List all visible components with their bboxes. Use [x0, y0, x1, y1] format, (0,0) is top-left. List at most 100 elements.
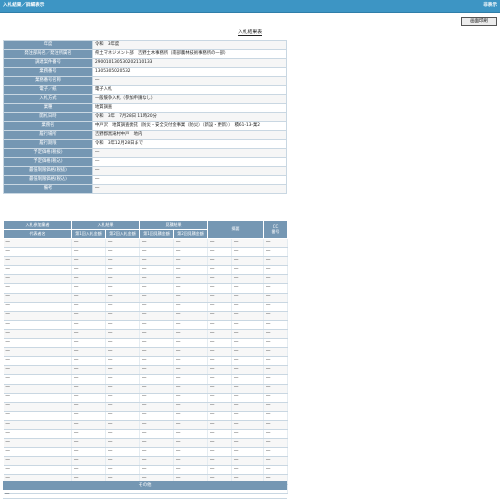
table-cell: ―	[263, 265, 288, 276]
info-label: 備考	[3, 184, 93, 194]
table-cell: ―	[207, 329, 232, 340]
table-cell: ―	[173, 429, 208, 440]
table-cell: ―	[105, 465, 140, 476]
table-cell: ―	[263, 420, 288, 430]
summary-header: 摘要	[207, 220, 264, 239]
table-cell: ―	[139, 456, 174, 467]
info-row: 予定価格(税抜) ―	[3, 148, 287, 158]
table-cell: ―	[263, 374, 288, 385]
table-cell: ―	[173, 238, 208, 249]
table-cell: ―	[3, 293, 72, 303]
table-cell: ―	[71, 311, 106, 321]
hide-link[interactable]: 非表示	[483, 3, 497, 8]
info-row: 業務番号 1305305020532	[3, 67, 287, 77]
info-value: ―	[92, 166, 287, 176]
info-value: 一般競争入札（参加申請なし）	[92, 94, 287, 104]
table-cell: ―	[231, 393, 264, 403]
table-cell: ―	[105, 311, 140, 321]
table-cell: ―	[207, 283, 232, 294]
table-cell: ―	[3, 365, 72, 376]
table-cell: ―	[173, 320, 208, 330]
table-cell: ―	[71, 384, 106, 394]
table-cell: ―	[105, 302, 140, 312]
table-cell: ―	[231, 384, 264, 394]
table-cell: ―	[139, 247, 174, 258]
table-cell: ―	[207, 356, 232, 367]
cc-number-header-label: 番号	[271, 228, 280, 234]
table-cell: ―	[3, 238, 72, 249]
table-row: ― ― ― ― ― ― ― ―	[3, 402, 288, 412]
table-cell: ―	[3, 347, 72, 358]
table-cell: ―	[3, 320, 72, 330]
table-row: ― ― ― ― ― ― ― ―	[3, 293, 288, 303]
table-cell: ―	[139, 265, 174, 276]
table-cell: ―	[207, 274, 232, 285]
info-label: 業種	[3, 103, 93, 113]
table-cell: ―	[105, 374, 140, 385]
table-cell: ―	[105, 438, 140, 449]
page-title: 入札結果／詳細表示	[3, 3, 45, 9]
table-cell: ―	[71, 356, 106, 367]
table-cell: ―	[71, 329, 106, 340]
table-cell: ―	[263, 302, 288, 312]
table-cell: ―	[173, 283, 208, 294]
info-label: 最低制限価格(税抜)	[3, 166, 93, 176]
table-cell: ―	[105, 338, 140, 349]
table-cell: ―	[263, 447, 288, 458]
other-section-value: ―	[3, 490, 287, 499]
table-cell: ―	[3, 374, 72, 385]
table-cell: ―	[71, 438, 106, 449]
print-button[interactable]: 画面印刷	[461, 17, 497, 26]
table-cell: ―	[207, 420, 232, 430]
table-cell: ―	[173, 374, 208, 385]
table-cell: ―	[105, 283, 140, 294]
table-cell: ―	[3, 393, 72, 403]
info-value: ―	[92, 76, 287, 86]
table-cell: ―	[105, 274, 140, 285]
table-cell: ―	[207, 456, 232, 467]
section-title: 入札結果表	[0, 26, 500, 37]
table-cell: ―	[263, 411, 288, 421]
table-cell: ―	[231, 256, 264, 267]
info-value: 290010130530202110133	[92, 58, 287, 68]
table-cell: ―	[231, 347, 264, 358]
table-cell: ―	[263, 338, 288, 349]
table-cell: ―	[71, 420, 106, 430]
table-cell: ―	[173, 347, 208, 358]
info-value: 県土マネジメント部 吉野土木事務所（南部農林技術事務所の一部）	[92, 49, 287, 59]
table-row: ― ― ― ― ― ― ― ―	[3, 256, 288, 267]
table-cell: ―	[173, 365, 208, 376]
table-row: ― ― ― ― ― ― ― ―	[3, 302, 288, 312]
table-cell: ―	[71, 447, 106, 458]
table-cell: ―	[173, 438, 208, 449]
table-cell: ―	[231, 465, 264, 476]
info-value: ―	[92, 148, 287, 158]
table-row: ― ― ― ― ― ― ― ―	[3, 347, 288, 358]
table-cell: ―	[139, 438, 174, 449]
table-cell: ―	[207, 311, 232, 321]
table-cell: ―	[173, 256, 208, 267]
info-row: 入札方式 一般競争入札（参加申請なし）	[3, 94, 287, 104]
table-cell: ―	[231, 402, 264, 412]
table-cell: ―	[105, 420, 140, 430]
info-row: 業種 地質調査	[3, 103, 287, 113]
table-cell: ―	[207, 256, 232, 267]
table-cell: ―	[105, 238, 140, 249]
table-row: ― ― ― ― ― ― ― ―	[3, 456, 288, 467]
table-cell: ―	[3, 411, 72, 421]
info-label: 業務番号名称	[3, 76, 93, 86]
table-cell: ―	[207, 247, 232, 258]
table-cell: ―	[105, 347, 140, 358]
table-cell: ―	[263, 311, 288, 321]
table-cell: ―	[173, 411, 208, 421]
table-cell: ―	[263, 438, 288, 449]
table-cell: ―	[105, 320, 140, 330]
table-cell: ―	[263, 429, 288, 440]
table-cell: ―	[3, 384, 72, 394]
table-cell: ―	[3, 311, 72, 321]
table-cell: ―	[105, 393, 140, 403]
table-cell: ―	[173, 329, 208, 340]
info-label: 調達案件番号	[3, 58, 93, 68]
info-row: 年度 令和 3年度	[3, 40, 287, 50]
table-cell: ―	[263, 465, 288, 476]
